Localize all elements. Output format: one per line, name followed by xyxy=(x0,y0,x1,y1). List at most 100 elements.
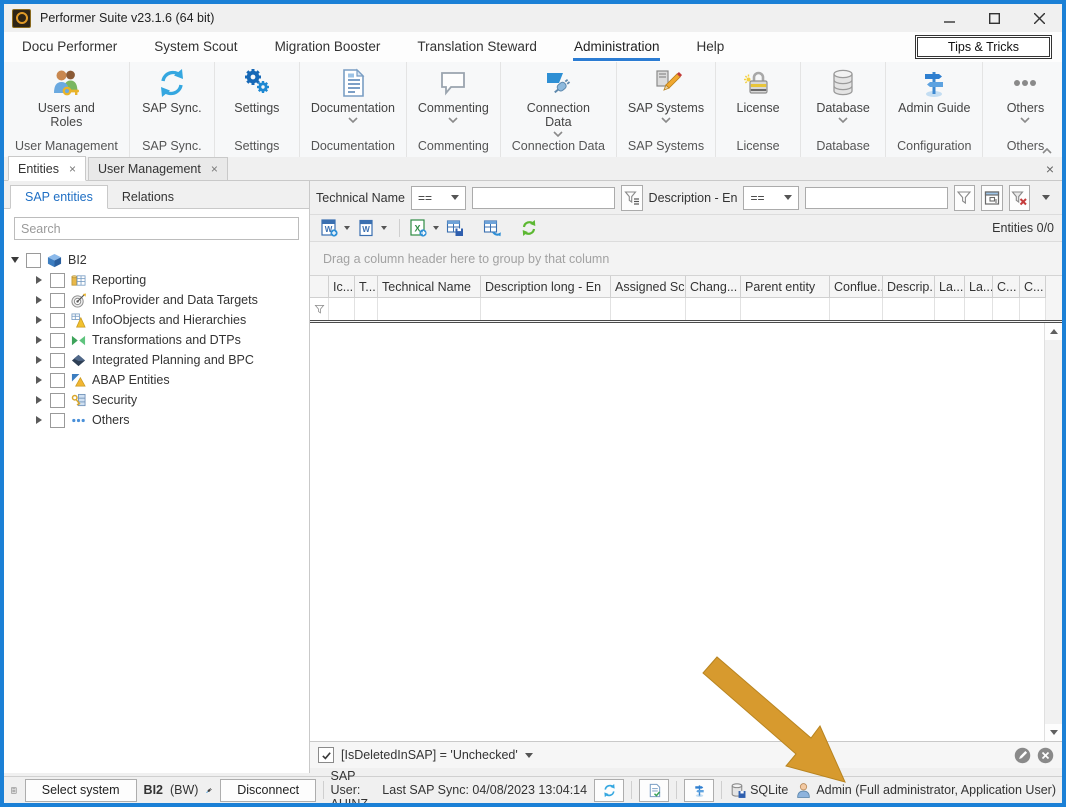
open-word-button[interactable] xyxy=(355,217,392,239)
grid-column-header-parent-entity[interactable]: Parent entity xyxy=(741,276,830,298)
tree-checkbox[interactable] xyxy=(50,313,65,328)
close-filter-icon[interactable] xyxy=(1037,747,1054,764)
sync-now-button[interactable] xyxy=(594,779,624,802)
grid-column-header-t[interactable]: T... xyxy=(355,276,378,298)
tree-checkbox[interactable] xyxy=(50,393,65,408)
tree-item-infoobjects-and-hierarchies[interactable]: InfoObjects and Hierarchies xyxy=(4,310,309,330)
grid-filter-cell-technical-name[interactable] xyxy=(378,298,481,320)
sync-log-button[interactable] xyxy=(639,779,669,802)
group-by-bar[interactable]: Drag a column header here to group by th… xyxy=(310,242,1062,276)
tree-checkbox[interactable] xyxy=(26,253,41,268)
tree-checkbox[interactable] xyxy=(50,333,65,348)
filter-apply1-button[interactable] xyxy=(621,185,642,211)
tree-expander-icon[interactable] xyxy=(36,356,42,364)
tree-checkbox[interactable] xyxy=(50,273,65,288)
filter-value1-input[interactable] xyxy=(472,187,615,209)
grid-column-header-conflue[interactable]: Conflue... xyxy=(830,276,883,298)
close-button[interactable] xyxy=(1017,4,1062,32)
ribbon-button-settings[interactable]: Settings Settings xyxy=(215,62,300,157)
menu-item-administration[interactable]: Administration xyxy=(573,34,661,61)
vertical-scrollbar[interactable] xyxy=(1044,323,1062,741)
ribbon-button-connection-data[interactable]: Connection Data Connection Data xyxy=(501,62,617,157)
tree-item-abap-entities[interactable]: ABAP Entities xyxy=(4,370,309,390)
ribbon-collapse-icon[interactable] xyxy=(1042,148,1052,154)
load-grid-layout-button[interactable] xyxy=(481,217,518,239)
tree-expander-icon[interactable] xyxy=(36,336,42,344)
grid-filter-cell-la[interactable] xyxy=(935,298,965,320)
grid-column-header-la[interactable]: La... xyxy=(935,276,965,298)
grid-column-header-descrip[interactable]: Descrip... xyxy=(883,276,935,298)
filter-operator1-select[interactable]: == xyxy=(411,186,466,210)
menu-item-system-scout[interactable]: System Scout xyxy=(153,34,238,61)
tree-item-bi2[interactable]: BI2 xyxy=(4,250,309,270)
chevron-down-icon[interactable] xyxy=(433,226,439,230)
tree-expander-icon[interactable] xyxy=(36,316,42,324)
refresh-grid-button[interactable] xyxy=(518,217,555,239)
grid-filter-cell-chang[interactable] xyxy=(686,298,741,320)
guide-button[interactable] xyxy=(684,779,714,802)
tree-expander-icon[interactable] xyxy=(36,396,42,404)
grid-filter-cell-parent-entity[interactable] xyxy=(741,298,830,320)
ribbon-button-license[interactable]: License License xyxy=(716,62,801,157)
grid-column-header-la[interactable]: La... xyxy=(965,276,993,298)
grid-filter-cell-conflue[interactable] xyxy=(830,298,883,320)
tree-item-reporting[interactable]: Reporting xyxy=(4,270,309,290)
tabstrip-close-icon[interactable]: × xyxy=(1046,161,1054,177)
tree-item-integrated-planning-and-bpc[interactable]: Integrated Planning and BPC xyxy=(4,350,309,370)
tree-expander-icon[interactable] xyxy=(36,376,42,384)
current-user-status[interactable]: Admin (Full administrator, Application U… xyxy=(795,782,1056,799)
filter-dialog-button[interactable] xyxy=(981,185,1002,211)
ribbon-button-documentation[interactable]: Documentation Documentation xyxy=(300,62,407,157)
menu-item-translation-steward[interactable]: Translation Steward xyxy=(416,34,538,61)
tree-expander-icon[interactable] xyxy=(36,276,42,284)
ribbon-button-commenting[interactable]: Commenting Commenting xyxy=(407,62,501,157)
database-status[interactable]: SQLite xyxy=(729,782,788,799)
tree-expander-icon[interactable] xyxy=(36,296,42,304)
grid-filter-cell-la[interactable] xyxy=(965,298,993,320)
save-grid-layout-button[interactable] xyxy=(444,217,481,239)
tips-and-tricks-button[interactable]: Tips & Tricks xyxy=(915,35,1052,59)
select-system-button[interactable]: Select system xyxy=(25,779,137,802)
filter-enabled-checkbox[interactable] xyxy=(318,747,334,763)
grid-column-header-blank[interactable] xyxy=(310,276,329,298)
search-input[interactable] xyxy=(14,217,299,240)
tree-expander-icon[interactable] xyxy=(36,416,42,424)
grid-filter-cell-c[interactable] xyxy=(993,298,1020,320)
grid-filter-cell-ic[interactable] xyxy=(329,298,355,320)
tree-checkbox[interactable] xyxy=(50,373,65,388)
grid-column-header-c[interactable]: C... xyxy=(993,276,1020,298)
document-tab-entities[interactable]: Entities × xyxy=(8,156,86,181)
filter-operator2-select[interactable]: == xyxy=(743,186,798,210)
menu-item-migration-booster[interactable]: Migration Booster xyxy=(274,34,382,61)
tree-checkbox[interactable] xyxy=(50,353,65,368)
panel-chevron-icon[interactable] xyxy=(1042,195,1050,200)
filter-value2-input[interactable] xyxy=(805,187,948,209)
edit-filter-icon[interactable] xyxy=(1014,747,1031,764)
tree-item-security[interactable]: Security xyxy=(4,390,309,410)
ribbon-button-database[interactable]: Database Database xyxy=(801,62,886,157)
grid-filter-cell-c[interactable] xyxy=(1020,298,1046,320)
grid-column-header-ic[interactable]: Ic... xyxy=(329,276,355,298)
disconnect-button[interactable]: Disconnect xyxy=(220,779,316,802)
grid-filter-cell-blank[interactable] xyxy=(310,298,329,320)
grid-column-header-chang[interactable]: Chang... xyxy=(686,276,741,298)
tree-checkbox[interactable] xyxy=(50,293,65,308)
tab-close-icon[interactable]: × xyxy=(211,163,218,175)
grid-filter-cell-descrip[interactable] xyxy=(883,298,935,320)
document-tab-user-management[interactable]: User Management × xyxy=(88,157,228,180)
ribbon-button-others[interactable]: Others Others xyxy=(983,62,1066,157)
clear-filter-button[interactable] xyxy=(1009,185,1030,211)
filter-apply2-button[interactable] xyxy=(954,185,975,211)
scroll-down-button[interactable] xyxy=(1045,724,1062,741)
tree-item-transformations-and-dtps[interactable]: Transformations and DTPs xyxy=(4,330,309,350)
grid-column-header-technical-name[interactable]: Technical Name xyxy=(378,276,481,298)
menu-item-docu-performer[interactable]: Docu Performer xyxy=(21,34,118,61)
grid-filter-cell-description-long-en[interactable] xyxy=(481,298,611,320)
toolbar-separator[interactable] xyxy=(392,217,407,239)
ribbon-button-sap-systems[interactable]: SAP Systems SAP Systems xyxy=(617,62,716,157)
maximize-button[interactable] xyxy=(972,4,1017,32)
scroll-up-button[interactable] xyxy=(1045,323,1062,340)
tree-item-others[interactable]: Others xyxy=(4,410,309,430)
ribbon-button-sap-sync[interactable]: SAP Sync. SAP Sync. xyxy=(130,62,215,157)
filter-expression-chevron-icon[interactable] xyxy=(525,753,533,758)
